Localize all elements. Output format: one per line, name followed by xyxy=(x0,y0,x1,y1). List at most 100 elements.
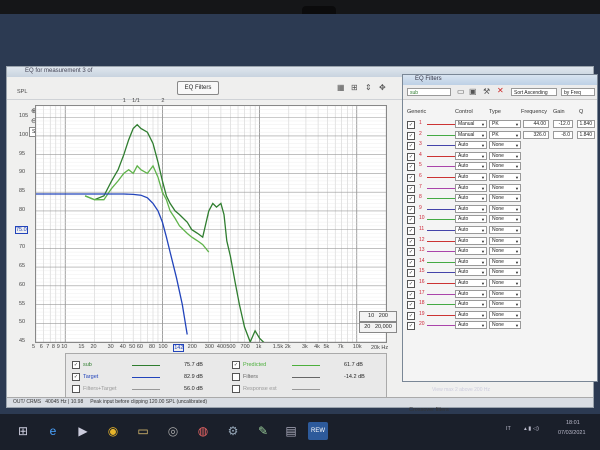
filter-type-select[interactable]: None ▼ xyxy=(489,141,521,150)
legend-entry[interactable]: ✓ Target 82.9 dB xyxy=(72,372,222,382)
firefox-icon[interactable]: ◍ xyxy=(194,422,212,440)
filter-type-select[interactable]: None ▼ xyxy=(489,151,521,160)
legend-checkbox[interactable] xyxy=(232,384,240,393)
filter-enable-checkbox[interactable]: ✓ xyxy=(407,184,415,193)
clock-date[interactable]: 07/03/2021 xyxy=(558,430,586,436)
filter-enable-checkbox[interactable]: ✓ xyxy=(407,301,415,310)
zoom-icon[interactable]: ⊞ xyxy=(351,83,358,92)
filter-enable-checkbox[interactable]: ✓ xyxy=(407,237,415,246)
tool-icon[interactable]: ✎ xyxy=(254,422,272,440)
filter-control-select[interactable]: Auto ▼ xyxy=(455,215,487,224)
scale-icon[interactable]: ⇕ xyxy=(365,83,372,92)
filter-enable-checkbox[interactable]: ✓ xyxy=(407,216,415,225)
filter-type-select[interactable]: None ▼ xyxy=(489,194,521,203)
move-icon[interactable]: ✥ xyxy=(379,83,386,92)
language-indicator[interactable]: IT xyxy=(506,426,511,432)
filter-control-select[interactable]: Auto ▼ xyxy=(455,204,487,213)
filter-type-select[interactable]: PK ▼ xyxy=(489,120,521,128)
legend-entry[interactable]: ✓ Predicted 61.7 dB xyxy=(232,360,382,370)
filter-control-select[interactable]: Auto ▼ xyxy=(455,236,487,245)
filter-type-select[interactable]: None ▼ xyxy=(489,162,521,171)
start-icon[interactable]: ⊞ xyxy=(14,422,32,440)
filter-control-select[interactable]: Auto ▼ xyxy=(455,226,487,234)
filter-control-select[interactable]: Auto ▼ xyxy=(455,289,487,298)
range-box-1[interactable]: 10 200 xyxy=(359,311,397,322)
filter-control-select[interactable]: Auto ▼ xyxy=(455,257,487,266)
filter-control-select[interactable]: Auto ▼ xyxy=(455,141,487,150)
filter-type-select[interactable]: None ▼ xyxy=(489,204,521,213)
filter-gain-field[interactable]: -12.0 xyxy=(553,120,573,128)
filter-type-select[interactable]: None ▼ xyxy=(489,173,521,181)
window-icon[interactable]: ▤ xyxy=(282,422,300,440)
filter-type-select[interactable]: None ▼ xyxy=(489,247,521,256)
explorer-icon[interactable]: ▭ xyxy=(134,422,152,440)
filter-type-select[interactable]: None ▼ xyxy=(489,226,521,234)
legend-checkbox[interactable] xyxy=(232,372,240,381)
legend-checkbox[interactable]: ✓ xyxy=(72,360,80,369)
filter-control-select[interactable]: Auto ▼ xyxy=(455,173,487,181)
filter-type-select[interactable]: None ▼ xyxy=(489,279,521,287)
filter-type-select[interactable]: None ▼ xyxy=(489,310,521,319)
eq-filters-titlebar[interactable]: EQ Filters xyxy=(403,75,597,85)
filter-enable-checkbox[interactable]: ✓ xyxy=(407,142,415,151)
measurement-select[interactable]: sub xyxy=(407,88,451,96)
filter-control-select[interactable]: Auto ▼ xyxy=(455,247,487,256)
graph-icon[interactable]: ▦ xyxy=(337,83,345,92)
filter-type-select[interactable]: None ▼ xyxy=(489,289,521,298)
filter-enable-checkbox[interactable]: ✓ xyxy=(407,248,415,257)
save-icon[interactable]: ▣ xyxy=(469,87,477,96)
filter-type-select[interactable]: None ▼ xyxy=(489,236,521,245)
filter-enable-checkbox[interactable]: ✓ xyxy=(407,121,415,129)
filter-control-select[interactable]: Auto ▼ xyxy=(455,194,487,203)
chrome-icon[interactable]: ◉ xyxy=(104,422,122,440)
filter-q-field[interactable]: 1.840 xyxy=(577,130,595,139)
sort-by-select[interactable]: by Freq xyxy=(561,88,595,96)
filter-control-select[interactable]: Auto ▼ xyxy=(455,151,487,160)
filter-control-select[interactable]: Auto ▼ xyxy=(455,300,487,309)
legend-entry[interactable]: Filters -14.2 dB xyxy=(232,372,382,382)
app-icon[interactable]: ◎ xyxy=(164,422,182,440)
filter-control-select[interactable]: Auto ▼ xyxy=(455,162,487,171)
filter-type-select[interactable]: None ▼ xyxy=(489,183,521,192)
filter-enable-checkbox[interactable]: ✓ xyxy=(407,131,415,140)
sort-select[interactable]: Sort Ascending xyxy=(511,88,557,96)
filter-frequency-field[interactable]: 326.0 xyxy=(523,130,549,139)
filter-type-select[interactable]: None ▼ xyxy=(489,321,521,330)
legend-entry[interactable]: ✓ sub 75.7 dB xyxy=(72,360,222,370)
filter-enable-checkbox[interactable]: ✓ xyxy=(407,205,415,214)
filter-control-select[interactable]: Manual ▼ xyxy=(455,120,487,128)
filter-frequency-field[interactable]: 44.00 xyxy=(523,120,549,128)
filter-enable-checkbox[interactable]: ✓ xyxy=(407,280,415,288)
filter-enable-checkbox[interactable]: ✓ xyxy=(407,195,415,204)
legend-checkbox[interactable] xyxy=(72,384,80,393)
settings-icon[interactable]: ⚙ xyxy=(224,422,242,440)
filter-control-select[interactable]: Auto ▼ xyxy=(455,268,487,277)
filter-enable-checkbox[interactable]: ✓ xyxy=(407,311,415,320)
filter-enable-checkbox[interactable]: ✓ xyxy=(407,152,415,161)
folder-icon[interactable]: ▭ xyxy=(457,87,465,96)
tools-icon[interactable]: ⚒ xyxy=(483,87,490,96)
filter-enable-checkbox[interactable]: ✓ xyxy=(407,258,415,267)
legend-entry[interactable]: Response est xyxy=(232,384,382,394)
filter-q-field[interactable]: 1.840 xyxy=(577,120,595,128)
filter-control-select[interactable]: Auto ▼ xyxy=(455,321,487,330)
eq-filters-button[interactable]: EQ Filters xyxy=(177,81,219,95)
filter-enable-checkbox[interactable]: ✓ xyxy=(407,227,415,235)
range-box-2[interactable]: 20 20,000 xyxy=(359,322,397,333)
filter-type-select[interactable]: PK ▼ xyxy=(489,130,521,139)
rew-taskbar-button[interactable]: REW xyxy=(308,422,328,440)
ie-icon[interactable]: e xyxy=(44,422,62,440)
tray-icons[interactable]: ▴ ▮ ◁) xyxy=(524,426,539,432)
filter-enable-checkbox[interactable]: ✓ xyxy=(407,290,415,299)
legend-checkbox[interactable]: ✓ xyxy=(72,372,80,381)
filter-enable-checkbox[interactable]: ✓ xyxy=(407,174,415,182)
delete-icon[interactable]: ✕ xyxy=(497,86,504,95)
filter-control-select[interactable]: Auto ▼ xyxy=(455,183,487,192)
filter-enable-checkbox[interactable]: ✓ xyxy=(407,269,415,278)
filter-type-select[interactable]: None ▼ xyxy=(489,268,521,277)
filter-control-select[interactable]: Auto ▼ xyxy=(455,279,487,287)
filter-type-select[interactable]: None ▼ xyxy=(489,215,521,224)
legend-entry[interactable]: Filters+Target 56.0 dB xyxy=(72,384,222,394)
filter-control-select[interactable]: Manual ▼ xyxy=(455,130,487,139)
filter-enable-checkbox[interactable]: ✓ xyxy=(407,163,415,172)
